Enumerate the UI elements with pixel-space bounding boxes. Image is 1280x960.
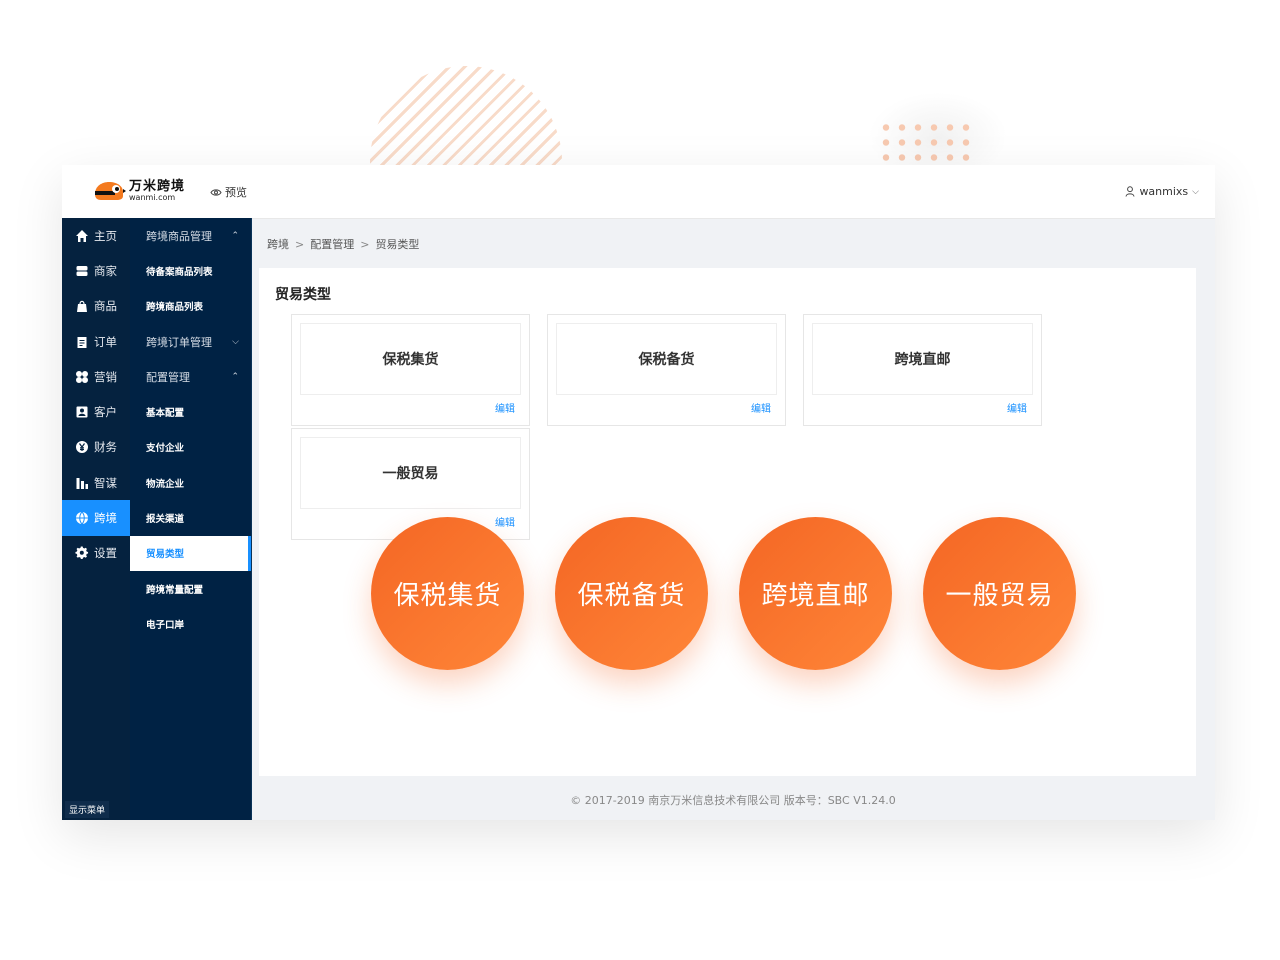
menu-item-payment-company[interactable]: 支付企业: [130, 430, 251, 465]
app-window: 万米跨境 wanmi.com 预览 wanmixs ⌵ 主页 商家 商品 订单 …: [62, 165, 1215, 820]
trade-type-name: 保税备货: [556, 323, 777, 395]
menu-group-label: 配置管理: [146, 370, 190, 384]
preview-label: 预览: [225, 186, 247, 199]
page-title: 贸易类型: [275, 287, 331, 303]
feature-bubble: 一般贸易: [923, 517, 1076, 670]
chevron-up-icon: ⌃: [231, 230, 239, 241]
nav-item-label: 营销: [94, 369, 117, 384]
nav-item-label: 跨境: [94, 511, 117, 526]
yen-icon: [76, 441, 88, 454]
trade-type-name: 一般贸易: [300, 437, 521, 509]
nav-item-label: 智谋: [94, 475, 117, 490]
nav-item-home[interactable]: 主页: [62, 218, 130, 253]
user-card-icon: [76, 406, 88, 418]
menu-item-trade-type[interactable]: 贸易类型: [130, 535, 251, 571]
breadcrumb-separator: >: [295, 238, 305, 251]
top-bar: 万米跨境 wanmi.com 预览 wanmixs ⌵: [62, 165, 1215, 219]
chevron-down-icon: ⌵: [1192, 186, 1199, 197]
chevron-down-icon: ⌵: [232, 336, 239, 347]
trade-type-card: 一般贸易 编辑: [291, 428, 530, 540]
menu-item-logistics-company[interactable]: 物流企业: [130, 465, 251, 500]
trade-type-card: 保税集货 编辑: [291, 314, 530, 426]
nav-item-label: 主页: [94, 228, 117, 243]
breadcrumb: 跨境 > 配置管理 > 贸易类型: [267, 236, 419, 252]
menu-group-label: 跨境商品管理: [146, 229, 212, 243]
main-content: 跨境 > 配置管理 > 贸易类型 贸易类型 保税集货 编辑 保税备货 编辑 跨境直邮 编…: [251, 218, 1215, 820]
menu-group-cross-border-goods[interactable]: 跨境商品管理 ⌃: [130, 218, 251, 253]
nav-item-label: 财务: [94, 440, 117, 455]
show-menu-button[interactable]: 显示菜单: [65, 801, 110, 818]
nav-item-insight[interactable]: 智谋: [62, 465, 130, 500]
nav-item-finance[interactable]: 财务: [62, 430, 130, 465]
globe-icon: [76, 511, 88, 525]
trade-type-name: 跨境直邮: [812, 323, 1033, 395]
nav-item-settings[interactable]: 设置: [62, 536, 130, 571]
breadcrumb-current: 贸易类型: [375, 238, 420, 251]
username: wanmixs: [1139, 185, 1189, 198]
edit-link[interactable]: 编辑: [751, 400, 771, 415]
nav-item-label: 商品: [94, 299, 117, 314]
logo-bird-icon: [95, 182, 126, 200]
primary-sidebar: 主页 商家 商品 订单 营销 客户 财务 智谋 跨境 设置 显示菜单: [62, 218, 130, 820]
user-icon: [1125, 186, 1135, 197]
secondary-sidebar: 跨境商品管理 ⌃ 待备案商品列表 跨境商品列表 跨境订单管理 ⌵ 配置管理 ⌃ …: [130, 218, 252, 820]
menu-item-customs-channel[interactable]: 报关渠道: [130, 500, 251, 535]
nav-item-label: 商家: [94, 263, 117, 278]
user-menu[interactable]: wanmixs ⌵: [1125, 185, 1199, 198]
menu-group-config[interactable]: 配置管理 ⌃: [130, 359, 251, 394]
nav-item-label: 订单: [94, 334, 117, 349]
menu-item-basic-config[interactable]: 基本配置: [130, 394, 251, 429]
menu-group-cross-border-orders[interactable]: 跨境订单管理 ⌵: [130, 324, 251, 359]
logo-text: 万米跨境 wanmi.com: [129, 180, 185, 202]
gear-icon: [75, 546, 89, 560]
eye-icon: [210, 188, 222, 196]
edit-link[interactable]: 编辑: [495, 514, 515, 529]
footer-copyright: © 2017-2019 南京万米信息技术有限公司 版本号：SBC V1.24.0: [570, 794, 896, 807]
nav-item-orders[interactable]: 订单: [62, 324, 130, 359]
trade-type-card: 保税备货 编辑: [547, 314, 786, 426]
nav-item-customer[interactable]: 客户: [62, 394, 130, 429]
menu-item-pending-filing-goods[interactable]: 待备案商品列表: [130, 253, 251, 288]
menu-item-e-port[interactable]: 电子口岸: [130, 606, 251, 641]
trade-type-card: 跨境直邮 编辑: [803, 314, 1042, 426]
home-icon: [76, 229, 88, 242]
nav-item-label: 客户: [94, 405, 117, 420]
content-panel: 贸易类型 保税集货 编辑 保税备货 编辑 跨境直邮 编辑 一般贸易 编辑: [259, 268, 1196, 776]
logo[interactable]: 万米跨境 wanmi.com: [92, 180, 185, 202]
edit-link[interactable]: 编辑: [495, 400, 515, 415]
menu-item-constant-config[interactable]: 跨境常量配置: [130, 571, 251, 606]
breadcrumb-item[interactable]: 跨境: [267, 238, 289, 251]
edit-link[interactable]: 编辑: [1007, 400, 1027, 415]
logo-english: wanmi.com: [129, 193, 176, 202]
nav-item-merchant[interactable]: 商家: [62, 253, 130, 288]
feature-bubble: 跨境直邮: [739, 517, 892, 670]
clipboard-icon: [77, 336, 87, 348]
store-icon: [76, 265, 88, 276]
breadcrumb-item[interactable]: 配置管理: [310, 238, 354, 251]
clover-icon: [76, 370, 88, 383]
nav-item-marketing[interactable]: 营销: [62, 359, 130, 394]
menu-group-label: 跨境订单管理: [146, 335, 212, 349]
feature-bubble: 保税集货: [371, 517, 524, 670]
nav-item-goods[interactable]: 商品: [62, 289, 130, 324]
trade-type-name: 保税集货: [300, 323, 521, 395]
chevron-up-icon: ⌃: [231, 371, 239, 382]
feature-bubble: 保税备货: [555, 517, 708, 670]
nav-item-label: 设置: [94, 546, 117, 561]
preview-button[interactable]: 预览: [210, 184, 247, 200]
shopping-bag-icon: [77, 301, 87, 313]
logo-chinese: 万米跨境: [129, 179, 186, 194]
bar-chart-icon: [76, 477, 88, 489]
nav-item-cross-border[interactable]: 跨境: [62, 500, 130, 536]
breadcrumb-separator: >: [360, 238, 370, 251]
menu-item-cross-border-goods-list[interactable]: 跨境商品列表: [130, 289, 251, 324]
